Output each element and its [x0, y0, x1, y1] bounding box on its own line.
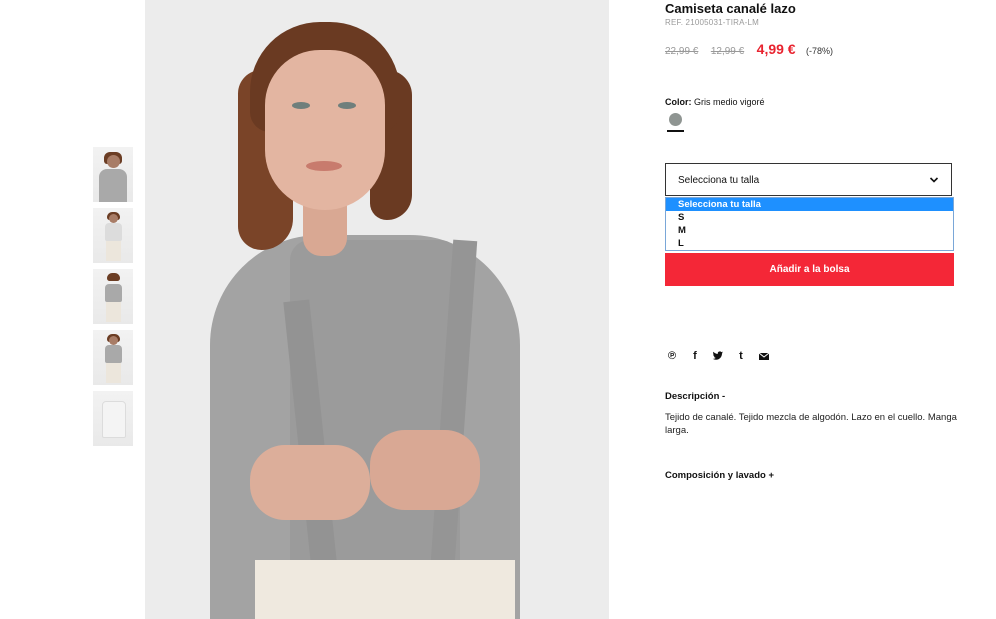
thumbnail-list	[93, 147, 133, 452]
description-text: Tejido de canalé. Tejido mezcla de algod…	[665, 412, 957, 436]
thumbnail-1[interactable]	[93, 147, 133, 202]
photo-eye-left	[292, 102, 310, 109]
size-option-m[interactable]: M	[666, 224, 953, 237]
main-product-image[interactable]	[145, 0, 609, 619]
size-dropdown-list: Selecciona tu talla S M L	[665, 197, 954, 251]
thumbnail-top	[105, 284, 122, 302]
email-icon[interactable]	[757, 349, 771, 363]
thumbnail-pants	[106, 363, 121, 383]
discount-badge: (-78%)	[806, 46, 834, 56]
size-option-l[interactable]: L	[666, 237, 953, 250]
thumbnail-top	[105, 223, 122, 241]
composition-toggle[interactable]: Composición y lavado +	[665, 470, 774, 481]
photo-eye-right	[338, 102, 356, 109]
thumbnail-head	[109, 214, 118, 223]
thumbnail-head	[109, 336, 118, 345]
twitter-icon[interactable]	[711, 349, 725, 363]
color-value: Gris medio vigoré	[694, 97, 765, 107]
price-block: 22,99 € 12,99 € 4,99 € (-78%)	[665, 41, 833, 59]
thumbnail-2[interactable]	[93, 208, 133, 263]
price-current: 4,99 €	[756, 41, 796, 57]
color-swatch[interactable]	[669, 113, 682, 126]
color-info: Color: Gris medio vigoré	[665, 97, 765, 107]
photo-face	[265, 50, 385, 210]
facebook-icon[interactable]: f	[688, 349, 702, 363]
chevron-down-icon	[929, 177, 939, 183]
photo-pants	[255, 560, 515, 619]
thumbnail-top	[105, 345, 122, 363]
description-toggle[interactable]: Descripción -	[665, 391, 725, 402]
size-select-value: Selecciona tu talla	[678, 175, 760, 186]
price-previous: 12,99 €	[710, 46, 745, 57]
product-title: Camiseta canalé lazo	[665, 1, 796, 16]
price-original: 22,99 €	[665, 46, 699, 57]
size-select[interactable]: Selecciona tu talla	[665, 163, 952, 196]
thumbnail-top	[99, 169, 127, 202]
share-bar: ℗ f t	[665, 349, 771, 363]
thumbnail-5[interactable]	[93, 391, 133, 446]
thumbnail-3[interactable]	[93, 269, 133, 324]
thumbnail-hair	[107, 273, 120, 281]
swatch-selected-indicator	[667, 130, 684, 132]
thumbnail-4[interactable]	[93, 330, 133, 385]
photo-hand-left	[250, 445, 370, 520]
add-to-bag-button[interactable]: Añadir a la bolsa	[665, 253, 954, 286]
color-label: Color:	[665, 97, 692, 107]
product-ref: REF. 21005031-TIRA-LM	[665, 18, 760, 27]
photo-hand-right	[370, 430, 480, 510]
size-option-s[interactable]: S	[666, 211, 953, 224]
thumbnail-pants	[106, 241, 121, 261]
thumbnail-pants	[106, 302, 121, 322]
tumblr-icon[interactable]: t	[734, 349, 748, 363]
thumbnail-garment	[102, 401, 126, 438]
thumbnail-head	[107, 155, 120, 168]
size-option-placeholder[interactable]: Selecciona tu talla	[666, 198, 953, 211]
pinterest-icon[interactable]: ℗	[665, 349, 679, 363]
photo-lips	[306, 161, 342, 171]
